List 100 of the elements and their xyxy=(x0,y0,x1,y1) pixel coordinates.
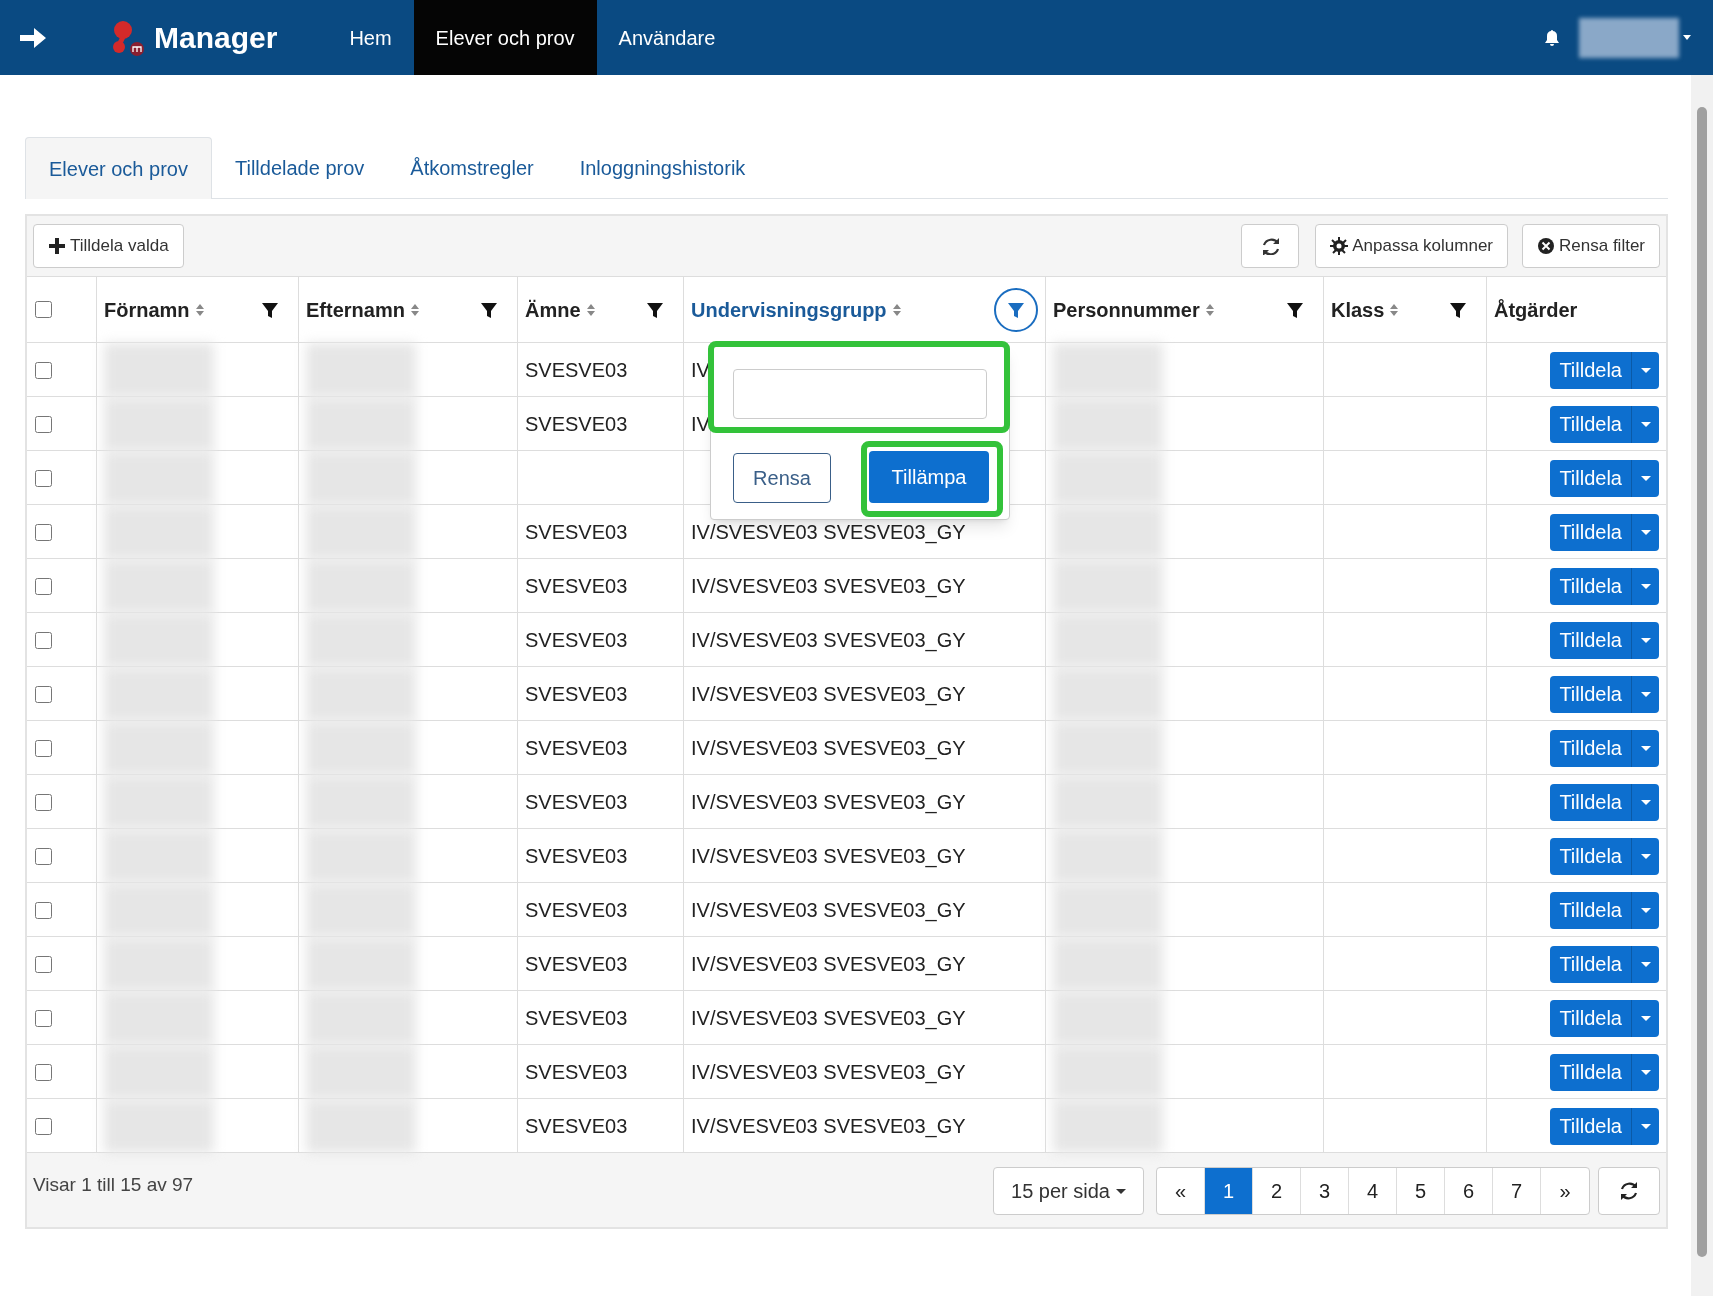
dropdown-toggle-button[interactable] xyxy=(1631,999,1659,1037)
assign-button[interactable]: Tilldela xyxy=(1550,621,1631,659)
filter-icon xyxy=(646,300,664,319)
assign-button[interactable]: Tilldela xyxy=(1550,675,1631,713)
row-checkbox[interactable] xyxy=(35,1063,52,1081)
assign-button[interactable]: Tilldela xyxy=(1550,567,1631,605)
dropdown-toggle-button[interactable] xyxy=(1631,513,1659,551)
table-cell-text: IV/SVESVE03 SVESVE03_GY xyxy=(691,844,966,870)
row-checkbox[interactable] xyxy=(35,415,52,433)
row-checkbox[interactable] xyxy=(35,577,52,595)
assign-button[interactable]: Tilldela xyxy=(1550,729,1631,767)
refresh-button[interactable] xyxy=(1241,224,1300,268)
caret-icon xyxy=(1640,475,1651,481)
row-checkbox[interactable] xyxy=(35,685,52,703)
page-link[interactable]: 4 xyxy=(1349,1168,1397,1214)
tab[interactable]: Inloggningshistorik xyxy=(556,137,769,198)
table-cell-text: SVESVE03 xyxy=(525,358,628,383)
column-header[interactable]: Ämne xyxy=(525,294,581,325)
caret-icon xyxy=(1640,583,1651,589)
row-checkbox[interactable] xyxy=(35,1009,52,1027)
table-cell-text: SVESVE03 xyxy=(525,1060,628,1085)
assign-button[interactable]: Tilldela xyxy=(1550,999,1631,1037)
row-checkbox[interactable] xyxy=(35,847,52,865)
column-header[interactable]: Efternamn xyxy=(306,294,405,325)
gear-icon xyxy=(1330,237,1349,255)
column-header[interactable]: Personnummer xyxy=(1053,294,1200,325)
nav-item[interactable]: Elever och prov xyxy=(413,0,597,75)
scrollbar[interactable] xyxy=(1691,75,1713,1296)
caret-icon xyxy=(1116,1188,1126,1194)
assign-button[interactable]: Tilldela xyxy=(1550,945,1631,983)
page-link[interactable]: 5 xyxy=(1397,1168,1445,1214)
table-cell-text: IV/SVESVE03 SVESVE03_GY xyxy=(691,1006,966,1032)
dropdown-toggle-button[interactable] xyxy=(1631,351,1659,389)
row-checkbox[interactable] xyxy=(35,901,52,919)
caret-icon xyxy=(1640,1069,1651,1075)
nav-item[interactable]: Användare xyxy=(596,0,738,75)
page-link[interactable]: » xyxy=(1541,1168,1589,1214)
refresh-button[interactable] xyxy=(1598,1167,1660,1215)
column-header[interactable]: Förnamn xyxy=(104,294,190,325)
logo-text: Manager xyxy=(154,20,278,56)
assign-selected-button[interactable]: Tilldela valda xyxy=(33,224,184,268)
page-link[interactable]: 6 xyxy=(1445,1168,1493,1214)
row-checkbox[interactable] xyxy=(35,793,52,811)
row-checkbox[interactable] xyxy=(35,361,52,379)
row-checkbox[interactable] xyxy=(35,523,52,541)
assign-button[interactable]: Tilldela xyxy=(1550,513,1631,551)
dropdown-toggle-button[interactable] xyxy=(1631,1107,1659,1145)
per-page-dropdown[interactable]: 15 per sida xyxy=(993,1167,1144,1215)
dropdown-toggle-button[interactable] xyxy=(1631,891,1659,929)
dropdown-toggle-button[interactable] xyxy=(1631,459,1659,497)
assign-button[interactable]: Tilldela xyxy=(1550,837,1631,875)
row-checkbox[interactable] xyxy=(35,631,52,649)
dropdown-toggle-button[interactable] xyxy=(1631,729,1659,767)
page-link[interactable]: 1 xyxy=(1205,1168,1253,1214)
row-checkbox[interactable] xyxy=(35,955,52,973)
dropdown-toggle-button[interactable] xyxy=(1631,621,1659,659)
page-link[interactable]: 3 xyxy=(1301,1168,1349,1214)
assign-button[interactable]: Tilldela xyxy=(1550,459,1631,497)
tab[interactable]: Åtkomstregler xyxy=(387,137,557,198)
column-header[interactable]: Undervisningsgrupp xyxy=(691,294,887,325)
row-checkbox[interactable] xyxy=(35,1117,52,1135)
select-all-checkbox[interactable] xyxy=(35,301,52,318)
dropdown-toggle-button[interactable] xyxy=(1631,1053,1659,1091)
assign-button[interactable]: Tilldela xyxy=(1550,405,1631,443)
nav-item[interactable]: Hem xyxy=(327,0,414,75)
apply-button[interactable]: Tillämpa xyxy=(869,451,989,503)
caret-icon xyxy=(1640,637,1651,643)
table-cell-text: SVESVE03 xyxy=(525,844,628,869)
filter-input-field[interactable] xyxy=(733,369,987,419)
tab[interactable]: Tilldelade prov xyxy=(211,137,388,198)
page-link[interactable]: 7 xyxy=(1493,1168,1541,1214)
column-header[interactable]: Åtgärder xyxy=(1494,294,1578,325)
dropdown-toggle-button[interactable] xyxy=(1631,837,1659,875)
table-cell-text: SVESVE03 xyxy=(525,574,628,599)
logo-icon xyxy=(110,18,146,57)
assign-button[interactable]: Tilldela xyxy=(1550,783,1631,821)
assign-button[interactable]: Tilldela xyxy=(1550,1053,1631,1091)
table-cell-text: SVESVE03 xyxy=(525,682,628,707)
column-header[interactable]: Klass xyxy=(1331,294,1385,325)
table-cell-text: IV/SVESVE03 SVESVE03_GY xyxy=(691,952,966,978)
dropdown-toggle-button[interactable] xyxy=(1631,567,1659,605)
dropdown-toggle-button[interactable] xyxy=(1631,945,1659,983)
table-cell-text: IV/SVESVE03 SVESVE03_GY xyxy=(691,790,966,816)
assign-button[interactable]: Tilldela xyxy=(1550,891,1631,929)
row-checkbox[interactable] xyxy=(35,739,52,757)
assign-button[interactable]: Tilldela xyxy=(1550,351,1631,389)
page-link[interactable]: 2 xyxy=(1253,1168,1301,1214)
table-cell-text: SVESVE03 xyxy=(525,736,628,761)
clear-button[interactable]: Rensa xyxy=(733,453,831,503)
row-checkbox[interactable] xyxy=(35,469,52,487)
dropdown-toggle-button[interactable] xyxy=(1631,405,1659,443)
dropdown-toggle-button[interactable] xyxy=(1631,675,1659,713)
customize-columns-button[interactable]: Anpassa kolumner xyxy=(1315,224,1508,268)
tab[interactable]: Elever och prov xyxy=(25,137,212,199)
caret-icon xyxy=(1640,529,1651,535)
assign-button[interactable]: Tilldela xyxy=(1550,1107,1631,1145)
dropdown-toggle-button[interactable] xyxy=(1631,783,1659,821)
refresh-icon xyxy=(1261,237,1280,255)
filter-icon xyxy=(1449,300,1467,319)
clear-filter-button[interactable]: Rensa filter xyxy=(1522,224,1660,268)
